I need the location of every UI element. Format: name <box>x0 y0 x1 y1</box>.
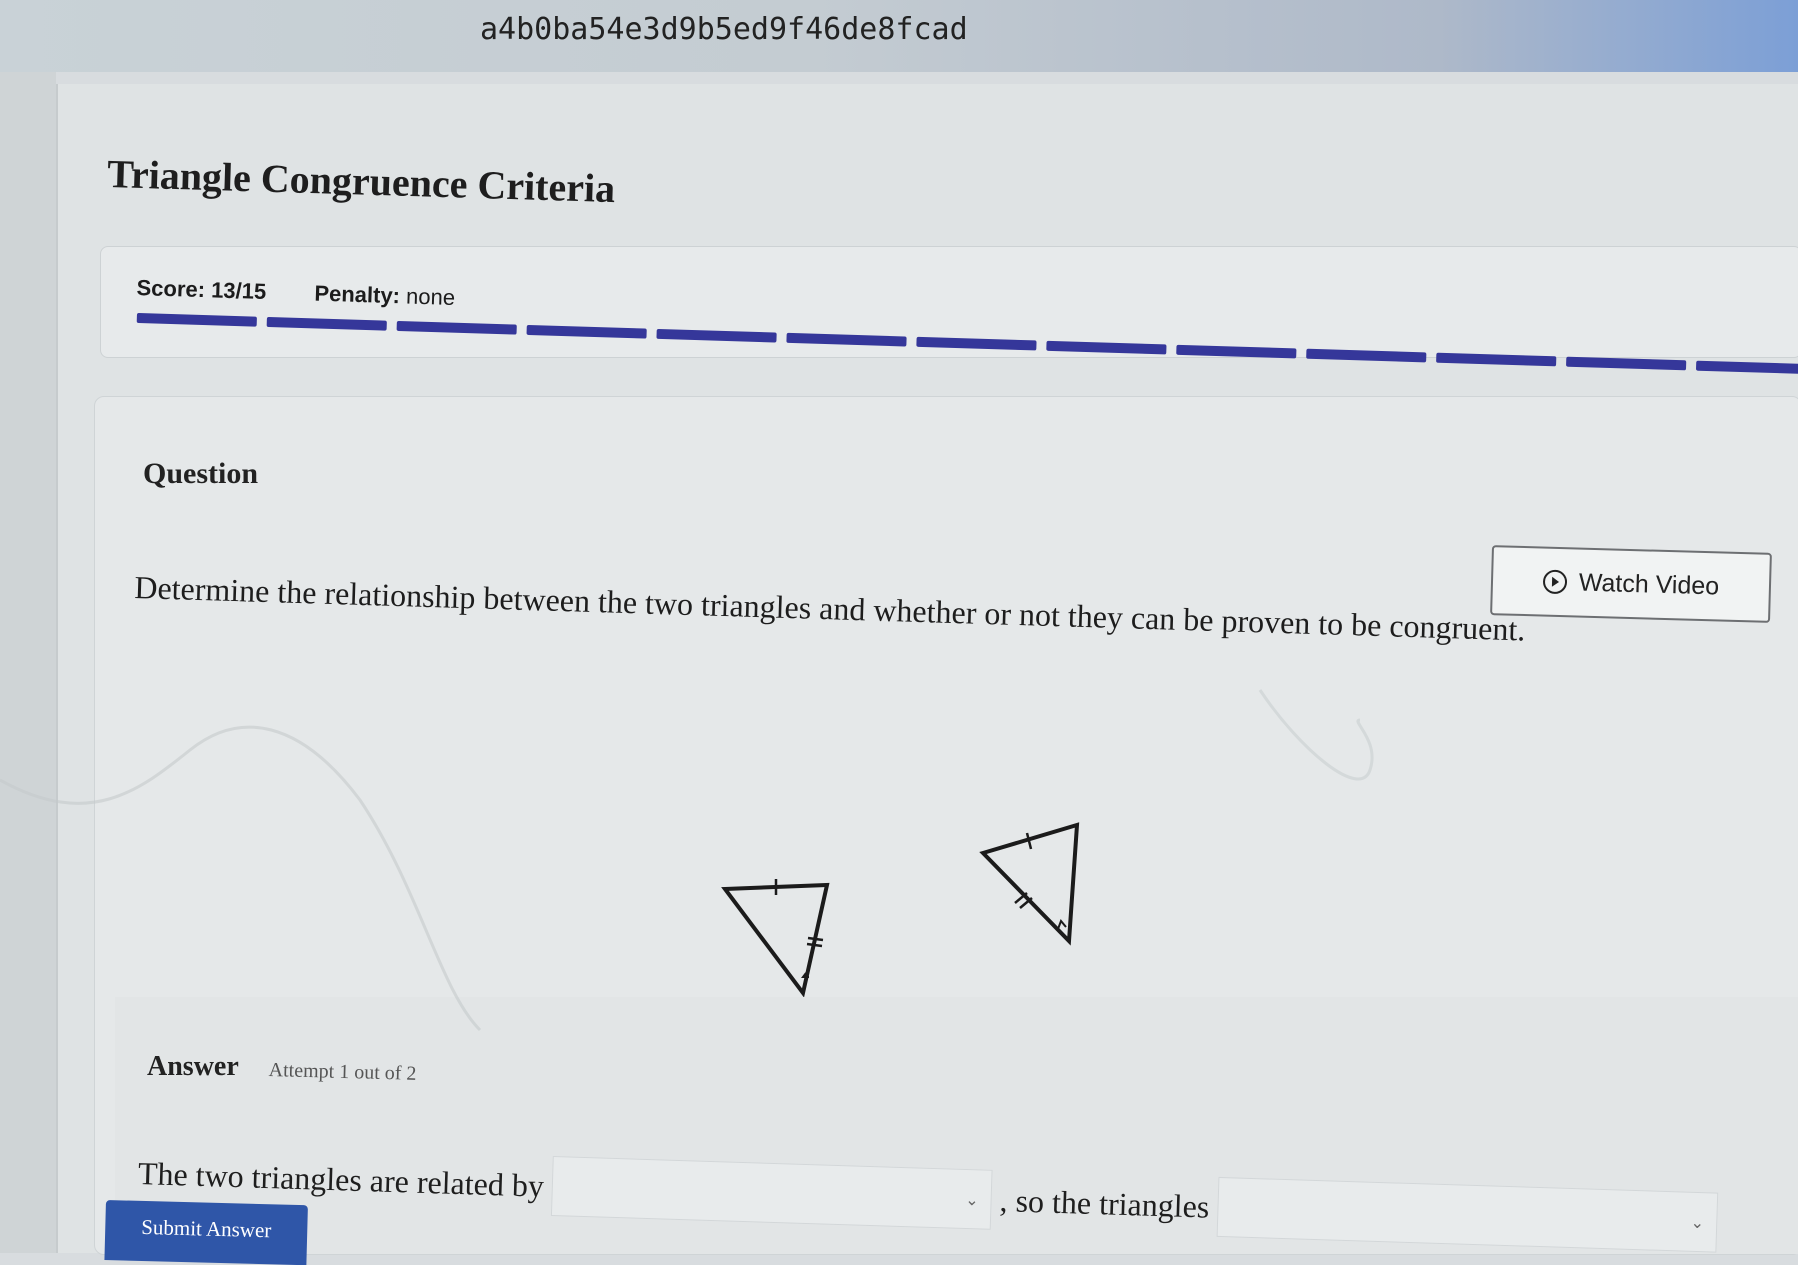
triangle-right <box>979 822 1080 946</box>
tick-mark <box>806 942 823 948</box>
triangle-left <box>721 879 830 998</box>
tick-mark <box>807 936 824 942</box>
attempt-counter: Attempt 1 out of 2 <box>268 1059 417 1085</box>
progress-segment <box>266 316 387 331</box>
score-label: Score: <box>136 275 206 303</box>
progress-segment <box>526 324 647 339</box>
chevron-down-icon: ⌄ <box>964 1189 979 1209</box>
answer-sentence-part1: The two triangles are related by <box>137 1154 545 1204</box>
question-heading: Question <box>143 457 259 490</box>
question-text: Determine the relationship between the t… <box>133 569 1526 648</box>
progress-segment <box>1695 360 1798 375</box>
left-rail <box>0 72 56 1253</box>
progress-segment <box>916 336 1037 351</box>
score-card: Score: 13/15 Penalty: none <box>100 246 1798 375</box>
submit-answer-button[interactable]: Submit Answer <box>104 1200 308 1265</box>
progress-segment <box>1306 348 1427 363</box>
answer-heading: Answer <box>147 1051 239 1082</box>
score-line: Score: 13/15 Penalty: none <box>136 275 455 311</box>
question-card: Question Watch Video Determine the relat… <box>94 396 1798 1255</box>
angle-mark <box>1057 919 1067 930</box>
progress-segment <box>786 332 907 347</box>
answer-sentence-part2: , so the triangles <box>999 1181 1210 1225</box>
answer-sentence: The two triangles are related by ⌄ , so … <box>137 1143 1726 1253</box>
play-circle-icon <box>1542 569 1568 595</box>
score-value: 13/15 <box>210 277 267 305</box>
relationship-select[interactable]: ⌄ <box>550 1156 993 1230</box>
penalty-label: Penalty: <box>314 280 401 309</box>
score-progress-bar <box>136 313 1798 378</box>
progress-segment <box>1176 344 1297 359</box>
congruence-select[interactable]: ⌄ <box>1216 1176 1719 1253</box>
page-container: Triangle Congruence Criteria Score: 13/1… <box>56 84 1798 1255</box>
browser-address-bar[interactable]: a4b0ba54e3d9b5ed9f46de8fcad <box>0 0 1798 72</box>
triangles-figure <box>721 822 1080 998</box>
progress-segment <box>1566 356 1687 371</box>
page-title: Triangle Congruence Criteria <box>106 150 616 212</box>
progress-segment <box>1436 352 1557 367</box>
progress-segment <box>1046 340 1167 355</box>
progress-segment <box>136 313 257 327</box>
chevron-down-icon: ⌄ <box>1690 1212 1705 1232</box>
penalty-value: none <box>405 283 456 310</box>
watch-video-button[interactable]: Watch Video <box>1490 545 1772 623</box>
url-text[interactable]: a4b0ba54e3d9b5ed9f46de8fcad <box>480 12 968 47</box>
progress-segment <box>396 320 517 335</box>
progress-segment <box>656 328 777 343</box>
watch-video-label: Watch Video <box>1578 568 1720 600</box>
answer-section: Answer Attempt 1 out of 2 The two triang… <box>115 997 1798 1254</box>
